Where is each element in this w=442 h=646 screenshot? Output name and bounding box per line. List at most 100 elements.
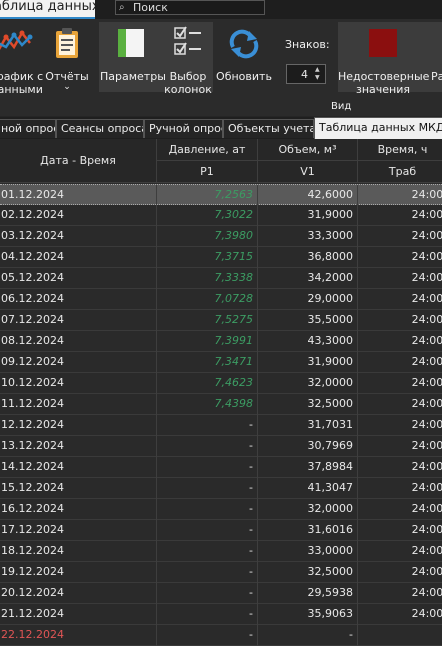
cell-date[interactable]: 17.12.2024 — [0, 520, 157, 541]
cell-time[interactable]: 24:00: — [358, 289, 442, 310]
header-time[interactable]: Время, ч — [358, 139, 442, 161]
cell-pressure[interactable]: 7,3471 — [157, 352, 258, 373]
tab-polling[interactable]: ной опрос — [0, 119, 56, 138]
cell-time[interactable]: 24:00: — [358, 562, 442, 583]
cell-pressure[interactable]: - — [157, 541, 258, 562]
table-row[interactable]: 08.12.20247,399143,300024:00: — [0, 331, 442, 352]
cell-time[interactable]: 24:00: — [358, 415, 442, 436]
cell-pressure[interactable]: 7,5275 — [157, 310, 258, 331]
cell-pressure[interactable]: 7,4398 — [157, 394, 258, 415]
cell-time[interactable]: 24:00: — [358, 604, 442, 625]
cell-date[interactable]: 19.12.2024 — [0, 562, 157, 583]
cell-date[interactable]: 18.12.2024 — [0, 541, 157, 562]
cell-pressure[interactable]: 7,3715 — [157, 247, 258, 268]
cell-date[interactable]: 13.12.2024 — [0, 436, 157, 457]
cell-volume[interactable]: 31,7031 — [258, 415, 358, 436]
window-title-tab[interactable]: Таблица данных — [0, 0, 95, 19]
cell-time[interactable]: 24:00: — [358, 205, 442, 226]
cell-date[interactable]: 12.12.2024 — [0, 415, 157, 436]
cell-time[interactable]: 24:00: — [358, 268, 442, 289]
cell-date[interactable]: 11.12.2024 — [0, 394, 157, 415]
cell-volume[interactable]: 43,3000 — [258, 331, 358, 352]
cell-date[interactable]: 06.12.2024 — [0, 289, 157, 310]
digits-stepper[interactable]: 4 ▲ ▼ — [286, 64, 326, 84]
table-row[interactable]: 12.12.2024-31,703124:00: — [0, 415, 442, 436]
table-row[interactable]: 18.12.2024-33,000024:00: — [0, 541, 442, 562]
cell-pressure[interactable]: - — [157, 478, 258, 499]
cell-date[interactable]: 21.12.2024 — [0, 604, 157, 625]
table-row[interactable]: 05.12.20247,333834,200024:00: — [0, 268, 442, 289]
cell-date[interactable]: 15.12.2024 — [0, 478, 157, 499]
table-row[interactable]: 22.12.2024- - — [0, 625, 442, 646]
reports-button[interactable]: Отчёты ⌄ — [44, 25, 90, 95]
cell-time[interactable]: 24:00: — [358, 499, 442, 520]
cell-time[interactable]: 24:00: — [358, 247, 442, 268]
cell-volume[interactable]: 41,3047 — [258, 478, 358, 499]
cell-pressure[interactable]: - — [157, 625, 258, 646]
table-row[interactable]: 02.12.20247,302231,900024:00: — [0, 205, 442, 226]
cell-volume[interactable]: 31,9000 — [258, 205, 358, 226]
cell-pressure[interactable]: 7,0728 — [157, 289, 258, 310]
cell-time[interactable]: 24:00: — [358, 520, 442, 541]
table-row[interactable]: 09.12.20247,347131,900024:00: — [0, 352, 442, 373]
cell-time[interactable]: 24:00: — [358, 185, 442, 206]
cell-time[interactable]: 24:00: — [358, 373, 442, 394]
cell-volume[interactable]: 42,6000 — [258, 185, 358, 206]
table-row[interactable]: 19.12.2024-32,500024:00: — [0, 562, 442, 583]
search-input[interactable]: ⌕ Поиск — [115, 0, 265, 15]
arrow-up-icon[interactable]: ▲ — [315, 66, 320, 73]
cell-volume[interactable]: 30,7969 — [258, 436, 358, 457]
cell-time[interactable]: 24:00: — [358, 394, 442, 415]
cell-time[interactable]: 24:00: — [358, 226, 442, 247]
table-row[interactable]: 14.12.2024-37,898424:00: — [0, 457, 442, 478]
cell-volume[interactable]: 33,0000 — [258, 541, 358, 562]
cell-date[interactable]: 05.12.2024 — [0, 268, 157, 289]
cell-date[interactable]: 03.12.2024 — [0, 226, 157, 247]
cell-volume[interactable]: 29,0000 — [258, 289, 358, 310]
cell-pressure[interactable]: - — [157, 415, 258, 436]
cell-volume[interactable]: 35,5000 — [258, 310, 358, 331]
cell-pressure[interactable]: - — [157, 520, 258, 541]
cell-volume[interactable]: 33,3000 — [258, 226, 358, 247]
tab-metering-objects[interactable]: Объекты учета — [223, 119, 314, 138]
cell-pressure[interactable]: - — [157, 436, 258, 457]
cell-pressure[interactable]: 7,2563 — [157, 185, 258, 206]
cell-time[interactable]: 24:00: — [358, 352, 442, 373]
cell-time[interactable] — [358, 625, 442, 646]
cell-date[interactable]: 02.12.2024 — [0, 205, 157, 226]
chart-with-data-button[interactable]: График с данными — [0, 25, 43, 96]
cell-date[interactable]: 14.12.2024 — [0, 457, 157, 478]
cell-time[interactable]: 24:00: — [358, 310, 442, 331]
cell-time[interactable]: 24:00: — [358, 457, 442, 478]
cell-volume[interactable]: 32,5000 — [258, 562, 358, 583]
cell-pressure[interactable]: - — [157, 562, 258, 583]
cell-volume[interactable]: 31,6016 — [258, 520, 358, 541]
cell-volume[interactable]: 36,8000 — [258, 247, 358, 268]
subheader-p1[interactable]: P1 — [157, 161, 258, 183]
table-row[interactable]: 06.12.20247,072829,000024:00: — [0, 289, 442, 310]
arrow-down-icon[interactable]: ▼ — [315, 74, 320, 81]
cell-volume[interactable]: 29,5938 — [258, 583, 358, 604]
cell-volume[interactable]: - — [258, 625, 358, 646]
cell-pressure[interactable]: - — [157, 499, 258, 520]
cell-time[interactable]: 24:00: — [358, 436, 442, 457]
table-row[interactable]: 04.12.20247,371536,800024:00: — [0, 247, 442, 268]
table-row[interactable]: 07.12.20247,527535,500024:00: — [0, 310, 442, 331]
table-row[interactable]: 15.12.2024-41,304724:00: — [0, 478, 442, 499]
header-date[interactable]: Дата - Время — [0, 139, 157, 183]
tab-data-table[interactable]: Таблица данных МКД Н — [314, 117, 442, 139]
tab-manual-polling[interactable]: Ручной опрос — [144, 119, 223, 138]
cell-date[interactable]: 10.12.2024 — [0, 373, 157, 394]
cell-volume[interactable]: 35,9063 — [258, 604, 358, 625]
cell-pressure[interactable]: - — [157, 583, 258, 604]
unreliable-values-button[interactable]: Недостоверные значения — [338, 25, 429, 96]
table-row[interactable]: 01.12.20247,256342,600024:00: — [0, 184, 442, 206]
cell-date[interactable]: 08.12.2024 — [0, 331, 157, 352]
cell-pressure[interactable]: - — [157, 604, 258, 625]
tab-polling-sessions[interactable]: Сеансы опроса — [56, 119, 144, 138]
extra-button[interactable]: Ра — [431, 70, 442, 83]
table-row[interactable]: 11.12.20247,439832,500024:00: — [0, 394, 442, 415]
cell-date[interactable]: 01.12.2024 — [0, 185, 157, 206]
cell-time[interactable]: 24:00: — [358, 541, 442, 562]
cell-time[interactable]: 24:00: — [358, 331, 442, 352]
